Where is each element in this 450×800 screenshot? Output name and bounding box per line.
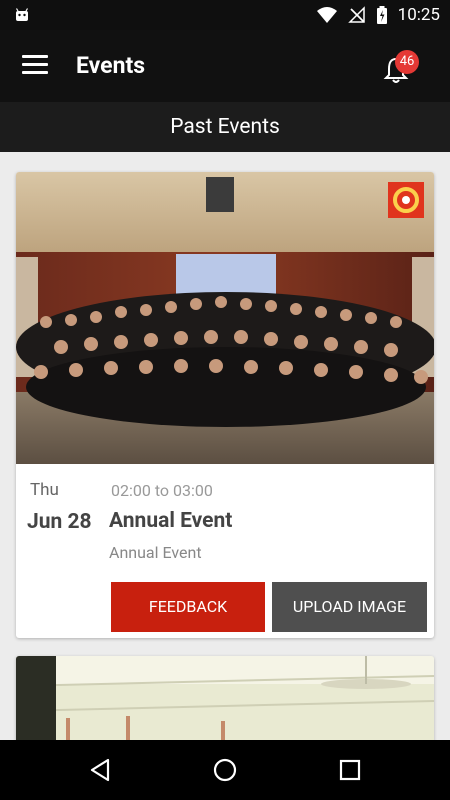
system-nav-bar xyxy=(0,740,450,800)
no-signal-icon xyxy=(347,6,365,23)
upload-image-button[interactable]: UPLOAD IMAGE xyxy=(272,582,427,632)
event-photo xyxy=(16,172,434,464)
page-title: Events xyxy=(76,52,146,79)
battery-charging-icon xyxy=(376,6,387,24)
hamburger-menu-icon[interactable] xyxy=(22,55,48,77)
event-subtitle: Annual Event xyxy=(109,543,202,562)
section-header: Past Events xyxy=(0,102,450,152)
status-bar: 10:25 xyxy=(0,0,450,30)
notification-badge: 46 xyxy=(395,50,419,74)
event-title: Annual Event xyxy=(109,509,233,533)
event-time: 02:00 to 03:00 xyxy=(111,481,213,500)
recents-icon[interactable] xyxy=(337,757,363,783)
event-card[interactable] xyxy=(16,656,434,746)
home-icon[interactable] xyxy=(212,757,238,783)
event-photo xyxy=(16,656,434,746)
event-date: Jun 28 xyxy=(27,510,92,534)
wifi-icon xyxy=(316,7,337,23)
back-icon[interactable] xyxy=(88,757,114,783)
app-bar: Events 46 xyxy=(0,30,450,102)
status-time: 10:25 xyxy=(397,5,440,25)
event-day: Thu xyxy=(30,480,59,500)
event-card[interactable]: Thu Jun 28 02:00 to 03:00 Annual Event A… xyxy=(16,172,434,638)
feedback-button[interactable]: FEEDBACK xyxy=(111,582,265,632)
android-icon xyxy=(15,8,29,21)
